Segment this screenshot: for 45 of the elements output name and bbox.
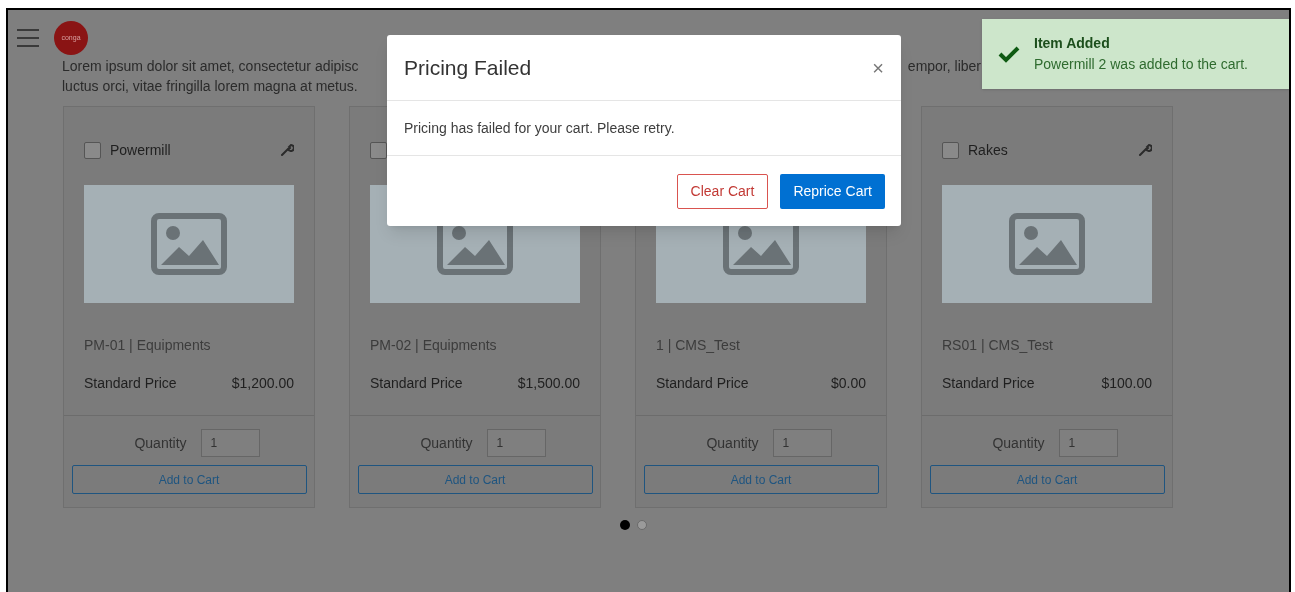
checkbox[interactable] [84,141,101,159]
price-label: Standard Price [84,374,177,393]
quantity-field[interactable]: 1 [1058,429,1118,457]
add-to-cart-button[interactable]: Add to Cart [929,465,1165,494]
quantity-field[interactable]: 1 [772,429,832,457]
toast-message: Powermill 2 was added to the cart. [1034,55,1248,74]
close-button[interactable]: × [872,57,884,78]
image-icon [1009,213,1085,275]
wrench-icon[interactable] [1138,143,1152,157]
checkbox[interactable] [942,141,959,159]
product-code: PM-02 | Equipments [370,336,498,355]
quantity-label: Quantity [134,433,187,453]
quantity-field[interactable]: 1 [486,429,546,457]
price-label: Standard Price [942,374,1035,393]
description-text: luctus orci, vitae fringilla lorem magna at metus. [62,77,359,96]
product-code: RS01 | CMS_Test [942,336,1054,355]
dialog-title: Pricing Failed [404,54,532,81]
wrench-icon[interactable] [280,143,294,157]
price: $1,200.00 [231,374,294,393]
description-text: empor, liber [907,57,981,76]
product-code: PM-01 | Equipments [84,336,212,355]
primary-button[interactable]: Reprice Cart [780,173,885,209]
secondary-button[interactable]: Clear Cart [676,173,769,209]
product-code: 1 | CMS_Test [656,336,741,355]
image-icon [151,213,227,275]
price-label: Standard Price [656,374,749,393]
add-to-cart-button[interactable]: Add to Cart [71,465,307,494]
description-text: Lorem ipsum dolor sit amet, consectetur adipisc [62,57,359,76]
price-label: Standard Price [370,374,463,393]
price: $0.00 [830,374,866,393]
price: $1,500.00 [517,374,580,393]
menu-icon[interactable] [16,28,40,48]
checkmark-icon [998,45,1020,63]
checkbox[interactable] [370,141,387,159]
add-to-cart-button[interactable]: Add to Cart [643,465,879,494]
add-to-cart-button[interactable]: Add to Cart [357,465,593,494]
product-name: Powermill [110,140,171,160]
product-name: Rakes [968,140,1008,160]
quantity-label: Quantity [992,433,1045,453]
dialog-message: Pricing has failed for your cart. Please retry. [404,118,675,138]
toast-title: Item Added [1034,34,1111,53]
quantity-field[interactable]: 1 [200,429,260,457]
price: $100.00 [1101,374,1152,393]
quantity-label: Quantity [706,433,759,453]
quantity-label: Quantity [420,433,473,453]
